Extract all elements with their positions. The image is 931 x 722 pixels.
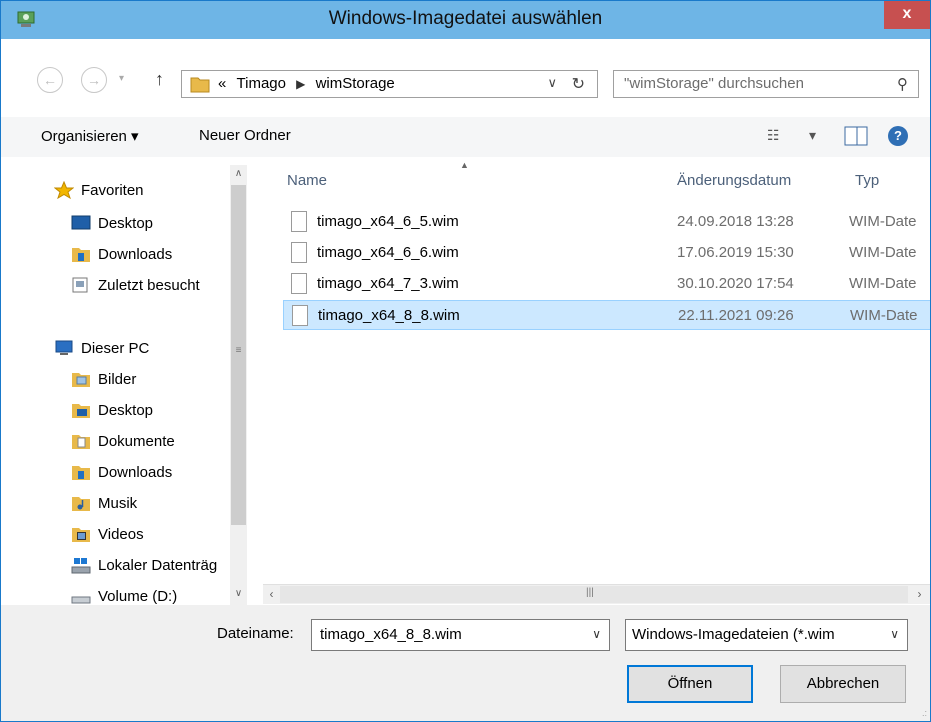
file-icon <box>291 211 307 232</box>
back-button[interactable]: ← <box>37 67 63 93</box>
file-row-selected[interactable]: timago_x64_8_8.wim 22.11.2021 09:26 WIM-… <box>283 300 930 330</box>
file-type: WIM-Date <box>850 307 918 324</box>
organize-menu[interactable]: Organisieren ▾ <box>41 127 139 145</box>
refresh-icon[interactable]: ↻ <box>572 74 585 94</box>
scroll-right-icon[interactable]: › <box>911 585 928 604</box>
file-row[interactable]: timago_x64_6_5.wim 24.09.2018 13:28 WIM-… <box>283 207 930 237</box>
folder-icon <box>190 77 210 93</box>
filename-input[interactable]: timago_x64_8_8.wim ∨ <box>311 619 610 651</box>
star-icon <box>54 181 74 199</box>
file-icon <box>291 242 307 263</box>
videos-icon <box>72 528 90 542</box>
file-name: timago_x64_8_8.wim <box>318 307 460 324</box>
window-title: Windows-Imagedatei auswählen <box>328 8 603 29</box>
recent-icon <box>72 277 88 293</box>
column-header-type[interactable]: Typ <box>855 172 879 189</box>
file-name: timago_x64_6_5.wim <box>317 213 459 230</box>
file-type: WIM-Date <box>849 213 917 230</box>
file-row[interactable]: timago_x64_7_3.wim 30.10.2020 17:54 WIM-… <box>283 269 930 299</box>
breadcrumb-item[interactable]: Timago <box>237 75 286 92</box>
close-button[interactable]: x <box>884 1 930 29</box>
forward-button[interactable]: → <box>81 67 107 93</box>
file-date: 30.10.2020 17:54 <box>677 275 794 292</box>
search-placeholder: "wimStorage" durchsuchen <box>624 75 804 92</box>
breadcrumb: « Timago ▶ wimStorage <box>218 75 395 92</box>
search-input[interactable]: "wimStorage" durchsuchen ⚲ <box>613 70 919 98</box>
file-list: Name ▲ Änderungsdatum Typ timago_x64_6_5… <box>263 157 930 605</box>
scroll-up-icon[interactable]: ∧ <box>230 165 247 183</box>
command-bar: Organisieren ▾ Neuer Ordner ☷ ▾ ? <box>1 117 930 158</box>
desktop-folder-icon <box>72 404 90 418</box>
scroll-down-icon[interactable]: ∨ <box>230 585 247 603</box>
search-icon[interactable]: ⚲ <box>897 75 908 93</box>
drive-icon <box>71 558 91 574</box>
scrollbar-thumb[interactable]: ||| <box>280 586 908 603</box>
breadcrumb-separator-icon[interactable]: ▶ <box>296 77 305 91</box>
cancel-button[interactable]: Abbrechen <box>780 665 906 703</box>
filetype-select[interactable]: Windows-Imagedateien (*.wim ∨ <box>625 619 908 651</box>
breadcrumb-item[interactable]: wimStorage <box>316 75 395 92</box>
chevron-down-icon[interactable]: ∨ <box>890 627 899 641</box>
music-icon <box>72 497 90 511</box>
desktop-icon <box>71 215 91 230</box>
scroll-left-icon[interactable]: ‹ <box>263 585 280 604</box>
column-header-date[interactable]: Änderungsdatum <box>677 172 791 189</box>
up-button[interactable]: ↑ <box>155 69 164 90</box>
downloads-icon <box>72 466 90 480</box>
drive-icon <box>71 596 91 604</box>
title-bar: Windows-Imagedatei auswählen x <box>1 1 930 39</box>
file-date: 24.09.2018 13:28 <box>677 213 794 230</box>
documents-icon <box>72 435 90 449</box>
view-dropdown-icon[interactable]: ▾ <box>809 127 816 144</box>
help-icon[interactable]: ? <box>888 126 908 146</box>
file-date: 17.06.2019 15:30 <box>677 244 794 261</box>
downloads-icon <box>72 248 90 262</box>
file-list-hscrollbar[interactable]: ‹ ||| › <box>263 584 930 604</box>
filename-label: Dateiname: <box>217 625 294 642</box>
column-header-name[interactable]: Name <box>287 172 327 189</box>
dialog-footer: Dateiname: timago_x64_8_8.wim ∨ Windows-… <box>1 605 930 721</box>
navigation-bar: ← → ▾ ↑ « Timago ▶ wimStorage ∨ ↻ "wimSt… <box>1 39 930 117</box>
sort-ascending-icon: ▲ <box>460 160 469 170</box>
file-date: 22.11.2021 09:26 <box>678 307 794 324</box>
filetype-value: Windows-Imagedateien (*.wim <box>632 626 835 643</box>
pictures-icon <box>72 373 90 387</box>
content-area: Favoriten Desktop Downloads Zuletzt besu… <box>1 157 930 605</box>
resize-grip-icon[interactable]: .: <box>922 708 927 718</box>
address-bar[interactable]: « Timago ▶ wimStorage ∨ ↻ <box>181 70 598 98</box>
file-row[interactable]: timago_x64_6_6.wim 17.06.2019 15:30 WIM-… <box>283 238 930 268</box>
navigation-pane: Favoriten Desktop Downloads Zuletzt besu… <box>1 157 247 605</box>
scroll-grip-icon: ||| <box>586 587 594 598</box>
chevron-down-icon[interactable]: ∨ <box>592 627 601 641</box>
new-folder-button[interactable]: Neuer Ordner <box>199 127 291 144</box>
file-name: timago_x64_7_3.wim <box>317 275 459 292</box>
file-type: WIM-Date <box>849 244 917 261</box>
file-icon <box>291 273 307 294</box>
address-dropdown-icon[interactable]: ∨ <box>547 75 557 91</box>
breadcrumb-overflow[interactable]: « <box>218 75 226 92</box>
computer-icon <box>55 340 73 355</box>
file-open-dialog: Windows-Imagedatei auswählen x ← → ▾ ↑ «… <box>0 0 931 722</box>
filename-value: timago_x64_8_8.wim <box>320 626 462 643</box>
preview-pane-icon[interactable] <box>844 126 868 146</box>
file-icon <box>292 305 308 326</box>
file-name: timago_x64_6_6.wim <box>317 244 459 261</box>
file-type: WIM-Date <box>849 275 917 292</box>
sidebar-scrollbar[interactable]: ∧ ≡ ∨ <box>230 165 247 605</box>
recent-locations-dropdown[interactable]: ▾ <box>119 73 129 84</box>
open-button[interactable]: Öffnen <box>627 665 753 703</box>
view-options-icon[interactable]: ☷ <box>767 127 780 144</box>
scroll-grip-icon: ≡ <box>235 345 242 356</box>
